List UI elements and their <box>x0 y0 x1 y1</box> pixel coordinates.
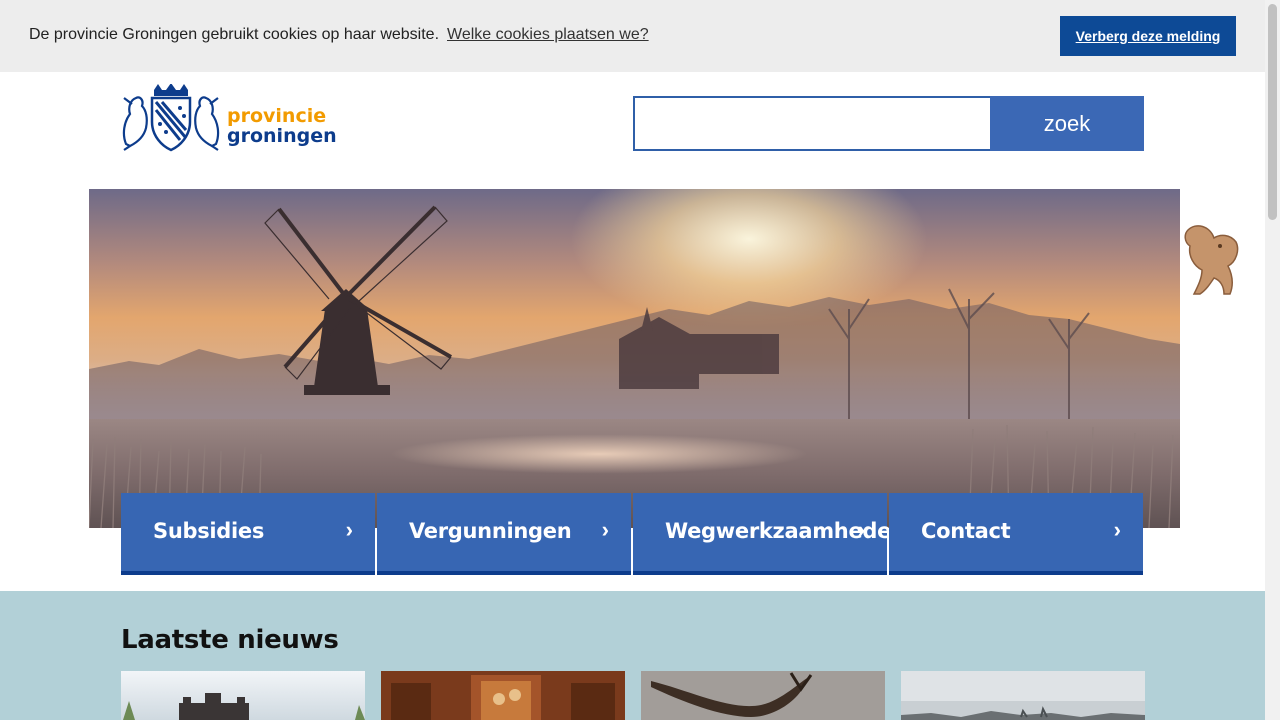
news-card-2-image <box>381 671 625 720</box>
chevron-right-icon: › <box>857 517 865 542</box>
news-card-4-image <box>901 671 1145 720</box>
logo-wordmark: provincie groningen <box>227 106 337 146</box>
chevron-right-icon: › <box>345 517 353 542</box>
cookie-message: De provincie Groningen gebruikt cookies … <box>29 26 440 43</box>
scrollbar-thumb[interactable] <box>1268 4 1277 220</box>
news-card-image[interactable] <box>901 671 1145 720</box>
logo-line-groningen: groningen <box>227 125 337 147</box>
tile-subsidies[interactable]: Subsidies › <box>121 493 375 575</box>
news-card-3-image <box>641 671 885 720</box>
news-card-image[interactable] <box>121 671 365 720</box>
lion-icon <box>1184 225 1239 295</box>
news-card-image[interactable] <box>641 671 885 720</box>
chevron-right-icon: › <box>1113 517 1121 542</box>
cookie-info-link[interactable]: Welke cookies plaatsen we? <box>447 26 649 43</box>
cookie-text: De provincie Groningen gebruikt cookies … <box>29 26 649 44</box>
tile-label: Vergunningen <box>409 519 572 543</box>
search-button[interactable]: zoek <box>990 96 1144 151</box>
cookie-bar: De provincie Groningen gebruikt cookies … <box>0 0 1265 72</box>
page-scrollbar[interactable] <box>1265 0 1280 720</box>
tile-label: Wegwerkzaamheden <box>665 519 906 543</box>
tile-vergunningen[interactable]: Vergunningen › <box>377 493 631 575</box>
search-input[interactable] <box>633 96 995 151</box>
tile-wegwerkzaamheden[interactable]: Wegwerkzaamheden › <box>633 493 906 575</box>
site-logo[interactable]: provincie groningen <box>120 83 337 154</box>
news-section: Laatste nieuws <box>0 591 1265 720</box>
news-heading: Laatste nieuws <box>121 625 339 655</box>
hide-cookie-notice-button[interactable]: Verberg deze melding <box>1060 16 1236 56</box>
news-card-image[interactable] <box>381 671 625 720</box>
tile-label: Subsidies <box>153 519 265 543</box>
logo-line-provincie: provincie <box>227 105 327 127</box>
hero-image <box>89 189 1180 528</box>
chevron-right-icon: › <box>601 517 609 542</box>
tile-contact[interactable]: Contact › <box>889 493 1143 575</box>
coat-of-arms-logo-icon <box>122 83 220 152</box>
tile-label: Contact <box>921 519 1011 543</box>
news-card-1-image <box>121 671 365 720</box>
hero-landscape-illustration <box>89 205 1180 528</box>
